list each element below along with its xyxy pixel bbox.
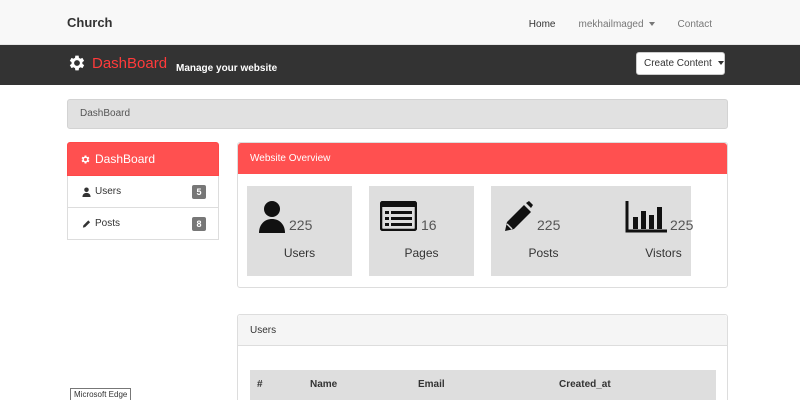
stat-users: 225 Users: [247, 186, 352, 276]
stat-label: Vistors: [645, 246, 682, 260]
stat-value: 225: [670, 217, 694, 233]
count-badge: 8: [192, 217, 206, 231]
brand-link[interactable]: Church: [67, 15, 113, 30]
pencil-icon: [82, 219, 91, 228]
column-header: Email: [418, 379, 445, 390]
users-table-header: # Name Email Created_at: [250, 370, 716, 400]
stat-label: Users: [283, 246, 316, 260]
sidebar-item-label: Posts: [95, 218, 121, 229]
stat-label: Pages: [404, 246, 439, 260]
gear-icon: [69, 55, 85, 71]
nav-user-label: mekhailmaged: [578, 19, 644, 30]
create-content-button[interactable]: Create Content: [636, 52, 725, 75]
users-heading: Users: [238, 315, 727, 346]
column-header: Created_at: [559, 379, 611, 390]
nav-home-link[interactable]: Home: [529, 19, 556, 30]
stat-value: 225: [537, 217, 561, 233]
stat-label: Posts: [528, 246, 559, 260]
create-content-label: Create Content: [644, 58, 712, 69]
stat-posts: 225 Posts: [491, 186, 596, 276]
nav-links: Home mekhailmaged Contact: [506, 19, 712, 30]
sidebar-item-users[interactable]: Users 5: [67, 176, 219, 208]
overview-heading: Website Overview: [238, 143, 727, 174]
bar-chart-icon: [625, 201, 667, 233]
breadcrumb: DashBoard: [67, 99, 728, 129]
stat-value: 16: [421, 217, 437, 233]
sidebar-item-label: Users: [95, 186, 122, 197]
sidebar: DashBoard Users 5 Posts 8: [67, 142, 219, 240]
gear-icon: [81, 154, 90, 164]
count-badge: 5: [192, 185, 206, 199]
user-icon: [82, 187, 91, 197]
column-header: #: [257, 379, 263, 390]
sidebar-heading[interactable]: DashBoard: [67, 142, 219, 176]
sidebar-heading-label: DashBoard: [95, 152, 156, 166]
header-title: DashBoard: [92, 55, 168, 72]
chevron-down-icon: [648, 22, 655, 27]
nav-contact-link[interactable]: Contact: [678, 19, 712, 30]
tooltip: Microsoft Edge: [70, 388, 132, 400]
column-header: Name: [310, 379, 338, 390]
header-subtitle: Manage your website: [176, 63, 278, 74]
pencil-icon: [505, 201, 533, 231]
users-panel: Users # Name Email Created_at: [237, 314, 728, 400]
stat-pages: 16 Pages: [369, 186, 474, 276]
stat-visitors: 225 Vistors: [586, 186, 694, 276]
top-navbar: Church Home mekhailmaged Contact: [0, 0, 800, 45]
stat-value: 225: [289, 217, 313, 233]
list-icon: [380, 201, 417, 231]
chevron-down-icon: [717, 61, 724, 66]
nav-user-dropdown[interactable]: mekhailmaged: [578, 19, 655, 30]
user-icon: [259, 201, 285, 233]
sidebar-item-posts[interactable]: Posts 8: [67, 208, 219, 240]
website-overview-panel: Website Overview 225 Users 16 Pages 225 …: [237, 142, 728, 288]
